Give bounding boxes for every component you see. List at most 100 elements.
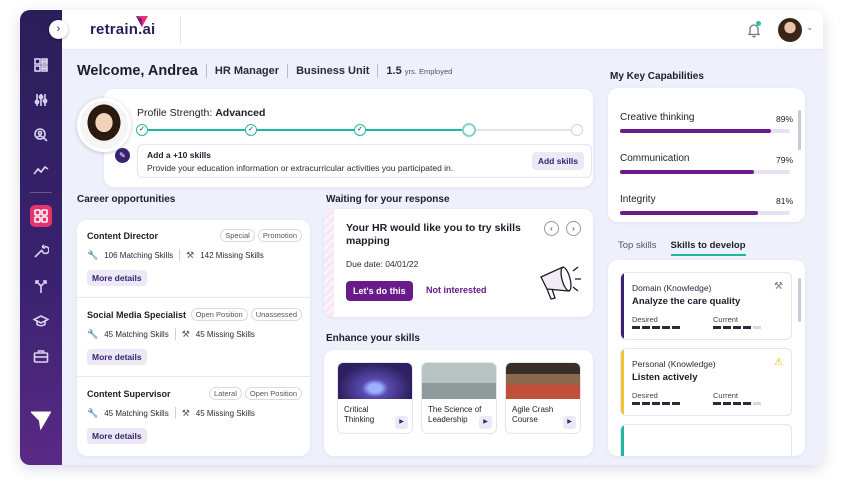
crossed-tools-icon: ⚒	[181, 407, 190, 418]
wrench-icon: 🔧	[87, 249, 99, 260]
course-title: Critical Thinking	[344, 405, 375, 424]
career-section-title: Career opportunities	[77, 194, 176, 205]
enhance-skills-card: Critical Thinking ▶ The Science of Leade…	[324, 350, 593, 456]
capability-percent: 79%	[775, 155, 793, 165]
more-details-button[interactable]: More details	[87, 428, 147, 444]
play-icon[interactable]: ▶	[479, 416, 492, 429]
wrench-icon	[34, 244, 49, 258]
lets-do-this-button[interactable]: Let's do this	[346, 281, 413, 301]
job-title[interactable]: Content Supervisor	[87, 389, 171, 399]
divider	[179, 249, 181, 261]
capability-bar	[620, 170, 790, 174]
person-search-icon	[34, 128, 48, 142]
waiting-title: Your HR would like you to try skills map…	[346, 222, 521, 247]
capability-bar	[620, 211, 790, 215]
tools-icon: ⚒	[774, 281, 783, 292]
waiting-section-title: Waiting for your response	[326, 194, 450, 205]
sidebar-item-jobs[interactable]	[30, 345, 52, 367]
scrollbar[interactable]	[798, 110, 801, 150]
edit-photo-button[interactable]: ✎	[115, 148, 130, 163]
skills-tabs: Top skills Skills to develop	[618, 240, 746, 256]
course-thumbnail	[422, 363, 496, 399]
divider	[174, 328, 176, 340]
user-role: HR Manager	[214, 65, 280, 77]
sidebar-item-search-people[interactable]	[30, 124, 52, 146]
job-tag: Lateral	[208, 387, 242, 400]
matching-skills: 45 Matching Skills	[104, 408, 169, 418]
sidebar-item-settings[interactable]	[30, 89, 52, 111]
top-bar: retrain.ai ⌄	[62, 10, 823, 50]
job-title[interactable]: Social Media Specialist	[87, 310, 186, 320]
waiting-response-card: Your HR would like you to try skills map…	[324, 209, 593, 317]
matching-skills: 45 Matching Skills	[104, 329, 169, 339]
sidebar-item-analytics[interactable]	[30, 159, 52, 181]
sidebar-item-paths[interactable]	[30, 275, 52, 297]
user-avatar[interactable]	[778, 18, 802, 42]
job-card[interactable]: Content Supervisor Lateral Open Position …	[77, 378, 310, 456]
sidebar-item-learning[interactable]	[30, 310, 52, 332]
capability-percent: 81%	[775, 196, 793, 206]
progress-step-done: ✓	[245, 124, 257, 136]
graduation-cap-icon	[33, 315, 49, 327]
job-title[interactable]: Content Director	[87, 231, 158, 241]
course-thumbnail	[506, 363, 580, 399]
play-icon[interactable]: ▶	[563, 416, 576, 429]
capability-bar-fill	[620, 170, 755, 174]
progress-step-done: ✓	[136, 124, 148, 136]
skill-card[interactable]: Domain (Knowledge) Analyze the care qual…	[620, 272, 792, 340]
chevron-down-icon[interactable]: ⌄	[806, 22, 814, 33]
sidebar	[20, 10, 62, 465]
course-card[interactable]: Agile Crash Course ▶	[505, 362, 581, 434]
more-details-button[interactable]: More details	[87, 270, 147, 286]
matching-skills: 106 Matching Skills	[104, 250, 174, 260]
chevron-left-icon[interactable]: ‹	[544, 221, 559, 236]
trend-line-icon	[33, 165, 49, 175]
skill-card[interactable]: Personal (Knowledge) Listen actively ⚠ D…	[620, 348, 792, 416]
more-details-button[interactable]: More details	[87, 349, 147, 365]
capability-percent: 89%	[775, 114, 793, 124]
current-level	[713, 402, 761, 405]
desired-level	[632, 402, 680, 405]
divider	[377, 64, 379, 78]
course-card[interactable]: The Science of Leadership ▶	[421, 362, 497, 434]
tab-top-skills[interactable]: Top skills	[618, 240, 657, 256]
skill-card-partial[interactable]	[620, 424, 792, 456]
desired-level	[632, 326, 680, 329]
card-stripe-decoration	[324, 209, 334, 317]
capability-bar-fill	[620, 211, 758, 215]
scrollbar[interactable]	[798, 278, 801, 322]
check-icon: ✓	[357, 126, 363, 133]
branch-arrows-icon	[35, 280, 47, 293]
wrench-icon: 🔧	[87, 328, 99, 339]
divider	[287, 64, 289, 78]
profile-progress-fill	[141, 129, 469, 131]
sidebar-item-dashboard[interactable]	[30, 54, 52, 76]
profile-strength-title: Profile Strength: Advanced	[137, 107, 266, 119]
skill-category: Domain (Knowledge)	[632, 283, 712, 293]
brand-logo-mark[interactable]	[29, 408, 53, 432]
missing-skills: 45 Missing Skills	[195, 329, 255, 339]
pencil-icon: ✎	[119, 151, 126, 160]
job-card[interactable]: Content Director Special Promotion 🔧 106 M…	[77, 220, 310, 298]
skills-to-develop-panel: Domain (Knowledge) Analyze the care qual…	[608, 260, 805, 456]
sidebar-collapse-button[interactable]: ›	[49, 20, 68, 39]
job-card[interactable]: Social Media Specialist Open Position Una…	[77, 299, 310, 377]
chevron-right-icon[interactable]: ›	[566, 221, 581, 236]
play-icon[interactable]: ▶	[395, 416, 408, 429]
skill-category: Personal (Knowledge)	[632, 359, 716, 369]
not-interested-link[interactable]: Not interested	[426, 285, 487, 295]
profile-photo	[77, 98, 131, 152]
job-tag: Special	[220, 229, 255, 242]
capabilities-section-title: My Key Capabilities	[610, 71, 704, 82]
course-card[interactable]: Critical Thinking ▶	[337, 362, 413, 434]
sidebar-item-skills[interactable]	[30, 240, 52, 262]
tab-skills-to-develop[interactable]: Skills to develop	[670, 240, 746, 256]
capability-bar	[620, 129, 790, 133]
course-title: Agile Crash Course	[512, 405, 554, 424]
tip-title: Add a +10 skills	[147, 150, 212, 160]
sidebar-item-apps[interactable]	[30, 205, 52, 227]
job-tag: Open Position	[190, 308, 248, 321]
add-skills-button[interactable]: Add skills	[531, 152, 584, 170]
job-tag: Promotion	[257, 229, 302, 242]
skill-accent	[621, 349, 624, 415]
